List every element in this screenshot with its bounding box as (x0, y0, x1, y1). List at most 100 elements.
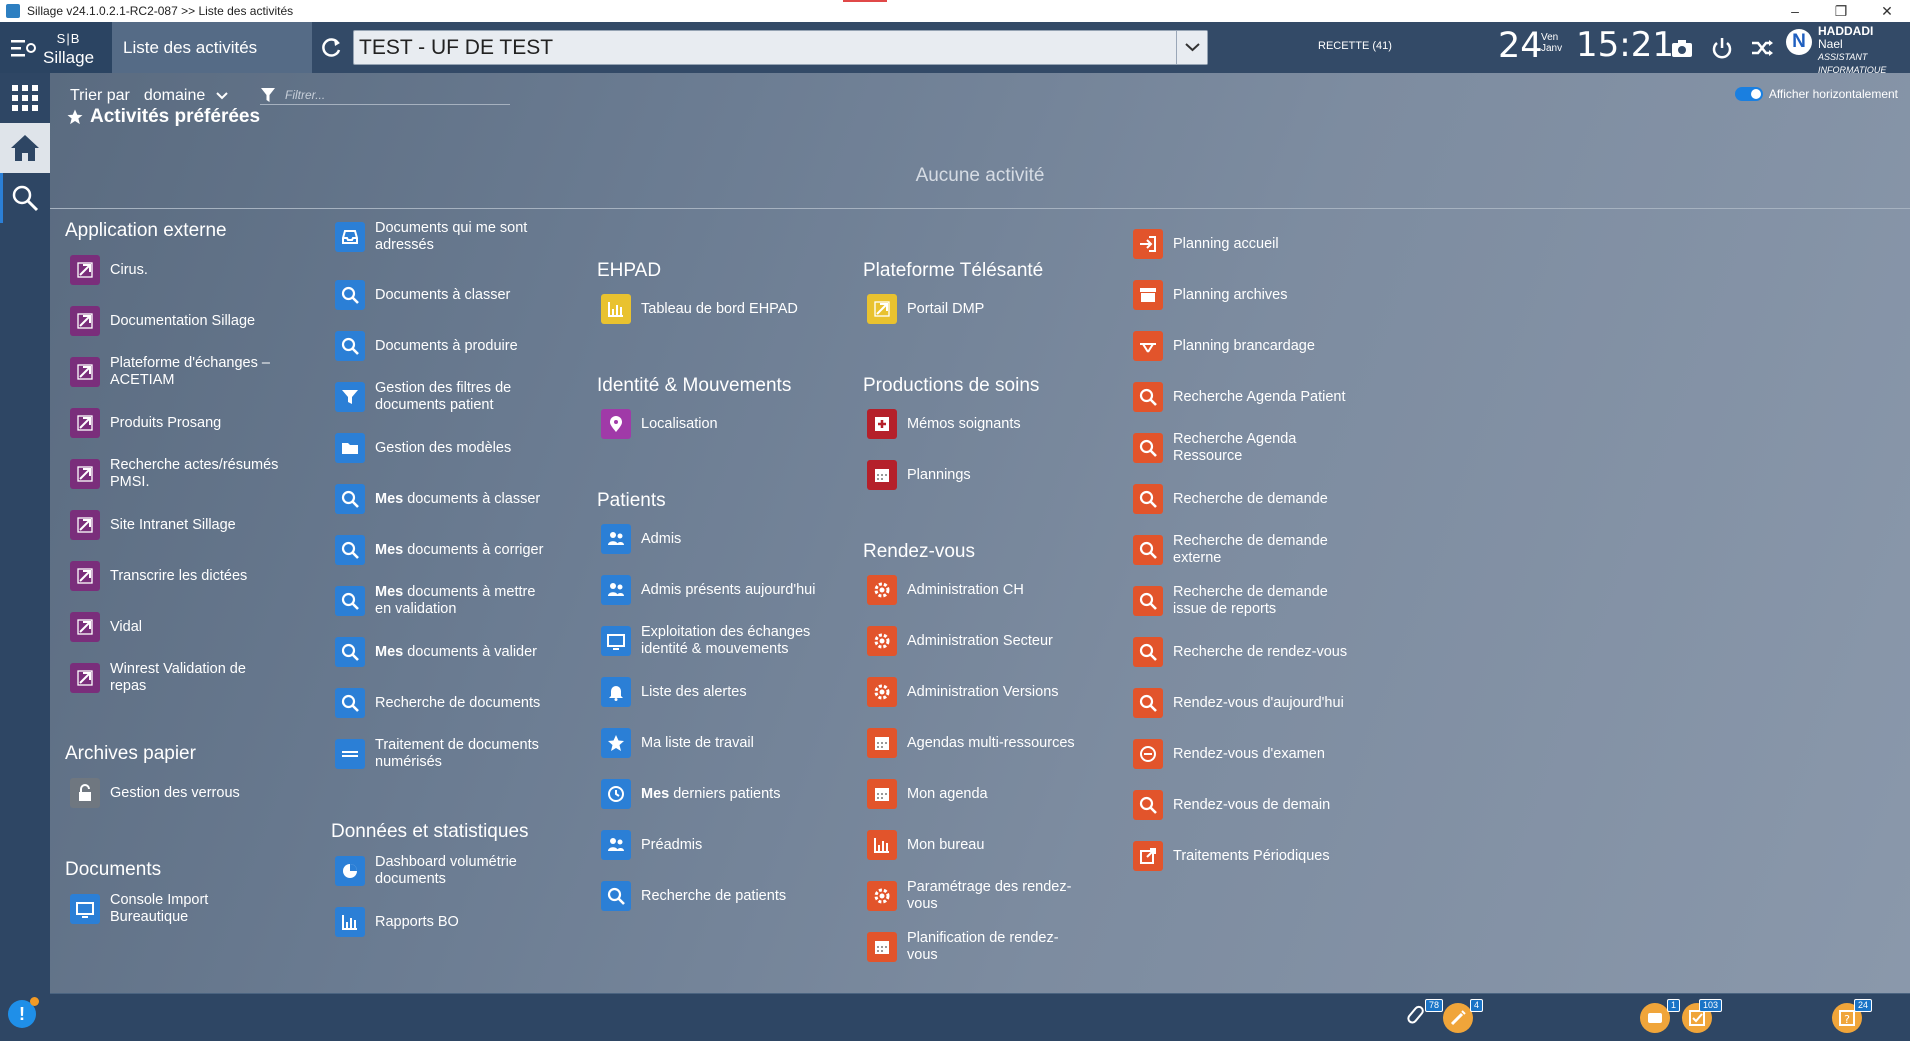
activity-item[interactable]: Rendez-vous de demain (1133, 785, 1348, 825)
star-icon (601, 728, 631, 758)
shuffle-icon[interactable] (1749, 35, 1775, 61)
apps-grid-icon[interactable] (0, 73, 50, 123)
horizontal-toggle[interactable]: Afficher horizontalement (1734, 87, 1898, 101)
camera-icon[interactable] (1669, 35, 1695, 61)
activity-item[interactable]: Mes derniers patients (601, 774, 816, 814)
activity-item[interactable]: Admis présents aujourd'hui (601, 570, 816, 610)
activity-item[interactable]: Mes documents à valider (335, 632, 550, 672)
exam-icon (1133, 739, 1163, 769)
uf-select-value: TEST - UF DE TEST (359, 36, 554, 59)
activity-item[interactable]: Recherche de rendez-vous (1133, 632, 1348, 672)
activity-item[interactable]: Traitement de documents numérisés (335, 734, 550, 774)
activity-item[interactable]: Agendas multi-ressources (867, 723, 1082, 763)
activity-item[interactable]: Produits Prosang (70, 403, 285, 443)
chevron-down-icon[interactable] (215, 91, 229, 101)
activity-item[interactable]: Recherche de demande (1133, 479, 1348, 519)
activity-item[interactable]: Plateforme d'échanges – ACETIAM (70, 352, 285, 392)
pills-icon[interactable]: 78 (1403, 999, 1443, 1033)
activity-label: Transcrire les dictées (110, 567, 248, 584)
search-icon (1133, 535, 1163, 565)
activity-item[interactable]: Planning brancardage (1133, 326, 1348, 366)
activity-item[interactable]: Winrest Validation de repas (70, 658, 285, 698)
badge-count: 1 (1666, 999, 1680, 1012)
menu-icon[interactable] (11, 38, 37, 58)
activity-item[interactable]: Planning archives (1133, 275, 1348, 315)
refresh-icon[interactable] (318, 35, 344, 61)
activity-item[interactable]: Site Intranet Sillage (70, 505, 285, 545)
search-icon (335, 688, 365, 718)
avatar[interactable]: N (1786, 29, 1812, 55)
activity-item[interactable]: Exploitation des échanges identité & mou… (601, 621, 816, 661)
home-icon[interactable] (0, 123, 50, 173)
activity-label: Planning accueil (1173, 235, 1279, 252)
activity-item[interactable]: Localisation (601, 404, 816, 444)
activity-label: Préadmis (641, 836, 703, 853)
activity-item[interactable]: Dashboard volumétrie documents (335, 851, 550, 891)
activity-label: Rendez-vous d'examen (1173, 745, 1325, 762)
activity-item[interactable]: Transcrire les dictées (70, 556, 285, 596)
activity-item[interactable]: Recherche Agenda Ressource (1133, 428, 1348, 468)
activity-item[interactable]: Administration Secteur (867, 621, 1082, 661)
activity-item[interactable]: Administration CH (867, 570, 1082, 610)
sort-select[interactable]: domaine (144, 87, 205, 105)
tasks-icon[interactable]: 103 (1682, 999, 1722, 1033)
top-bar: S|B Sillage Liste des activités TEST - UF… (0, 22, 1910, 75)
activity-item[interactable]: Portail DMP (867, 289, 1082, 329)
activity-label: Plannings (907, 466, 971, 483)
restore-icon[interactable]: ❐ (1818, 0, 1864, 22)
activity-item[interactable]: Recherche actes/résumés PMSI. (70, 454, 285, 494)
alert-icon[interactable]: ! (8, 997, 39, 1028)
activity-item[interactable]: Rendez-vous d'aujourd'hui (1133, 683, 1348, 723)
chevron-down-icon[interactable] (1176, 31, 1207, 64)
activity-item[interactable]: Mémos soignants (867, 404, 1082, 444)
activity-item[interactable]: Gestion des verrous (70, 773, 285, 813)
filter-input[interactable]: Filtrer... (260, 85, 510, 105)
power-icon[interactable] (1709, 35, 1735, 61)
activity-item[interactable]: Gestion des filtres de documents patient (335, 377, 550, 417)
activity-item[interactable]: Gestion des modèles (335, 428, 550, 468)
activity-item[interactable]: Mon agenda (867, 774, 1082, 814)
minimize-icon[interactable]: – (1772, 0, 1818, 22)
activity-item[interactable]: Planning accueil (1133, 224, 1348, 264)
external-link-icon (70, 459, 100, 489)
activity-item[interactable]: Administration Versions (867, 672, 1082, 712)
activity-label: Produits Prosang (110, 414, 222, 431)
syringe-icon[interactable]: 4 (1443, 999, 1483, 1033)
help-request-icon[interactable]: ? 24 (1832, 999, 1872, 1033)
transfer-icon[interactable]: 1 (1640, 999, 1680, 1033)
activity-item[interactable]: Traitements Périodiques (1133, 836, 1348, 876)
toggle-switch[interactable] (1734, 87, 1763, 101)
activity-item[interactable]: Recherche de patients (601, 876, 816, 916)
activity-item[interactable]: Planification de rendez-vous (867, 927, 1082, 967)
activity-item[interactable]: Admis (601, 519, 816, 559)
activity-item[interactable]: Mes documents à corriger (335, 530, 550, 570)
activity-item[interactable]: Documents qui me sont adressés (335, 217, 550, 257)
activity-item[interactable]: Documents à classer (335, 275, 550, 315)
activity-item[interactable]: Mes documents à mettre en validation (335, 581, 550, 621)
activity-item[interactable]: Cirus. (70, 250, 285, 290)
activity-item[interactable]: Rapports BO (335, 902, 550, 942)
activity-item[interactable]: Recherche de demande issue de reports (1133, 581, 1348, 621)
search-icon[interactable] (0, 173, 50, 223)
activity-item[interactable]: Documents à produire (335, 326, 550, 366)
uf-select[interactable]: TEST - UF DE TEST (353, 30, 1208, 65)
activity-item[interactable]: Vidal (70, 607, 285, 647)
activity-item[interactable]: Préadmis (601, 825, 816, 865)
activity-item[interactable]: Recherche de documents (335, 683, 550, 723)
activity-item[interactable]: Paramétrage des rendez-vous (867, 876, 1082, 916)
activity-item[interactable]: Mes documents à classer (335, 479, 550, 519)
activity-item[interactable]: Liste des alertes (601, 672, 816, 712)
activity-item[interactable]: Plannings (867, 455, 1082, 495)
close-icon[interactable]: ✕ (1864, 0, 1910, 22)
activity-item[interactable]: Ma liste de travail (601, 723, 816, 763)
activity-item[interactable]: Console Import Bureautique (70, 889, 285, 929)
activity-item[interactable]: Rendez-vous d'examen (1133, 734, 1348, 774)
activity-item[interactable]: Recherche de demande externe (1133, 530, 1348, 570)
activity-item[interactable]: Recherche Agenda Patient (1133, 377, 1348, 417)
current-tab[interactable]: Liste des activités (112, 22, 312, 73)
activity-item[interactable]: Documentation Sillage (70, 301, 285, 341)
activity-label: Documents à produire (375, 337, 518, 354)
activity-item[interactable]: Mon bureau (867, 825, 1082, 865)
activity-item[interactable]: Tableau de bord EHPAD (601, 289, 816, 329)
user-info[interactable]: HADDADI Nael ASSISTANT INFORMATIQUE (1818, 25, 1910, 77)
